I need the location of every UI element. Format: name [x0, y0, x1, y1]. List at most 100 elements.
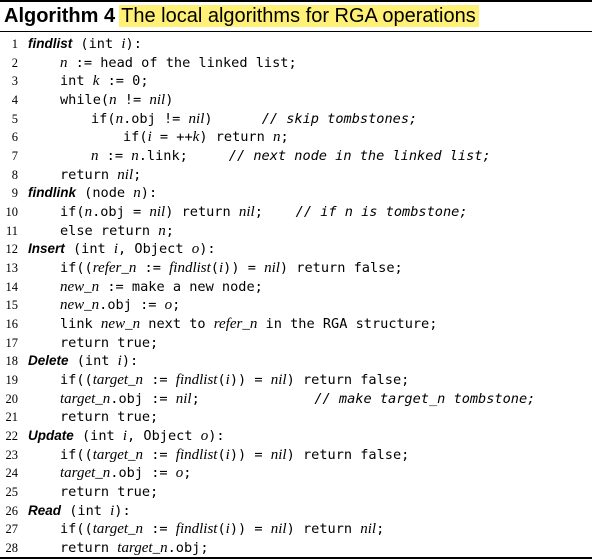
- code-variable: nil: [264, 259, 280, 276]
- code-token: (: [217, 446, 226, 463]
- line-number: 14: [5, 279, 19, 294]
- algorithm-header: Algorithm 4 The local algorithms for RGA …: [4, 4, 479, 28]
- line-code: if(n.obj = nil) return nil; // if n is t…: [60, 203, 468, 222]
- code-variable: new_n: [100, 315, 141, 332]
- code-variable: nil: [175, 390, 192, 407]
- code-token: ):: [140, 185, 158, 202]
- code-token: ;: [172, 297, 181, 314]
- code-token: .obj :=: [99, 297, 165, 314]
- line-number: 25: [5, 484, 19, 499]
- line-code: if((refer_n := findlist(i)) = nil) retur…: [60, 259, 403, 278]
- code-variable: findlist: [175, 371, 218, 388]
- code-token: if((: [60, 371, 93, 388]
- header-rule: [0, 31, 592, 32]
- line-number: 17: [5, 335, 19, 350]
- code-token: (int: [73, 427, 123, 444]
- code-variable: n: [84, 203, 93, 220]
- code-token: ;: [191, 390, 315, 407]
- code-token: int: [60, 73, 93, 90]
- code-token: .obj;: [167, 539, 209, 556]
- code-comment: // skip tombstones;: [261, 110, 418, 127]
- code-variable: target_n: [92, 371, 144, 388]
- code-token: :=: [143, 371, 176, 388]
- code-token: if((: [60, 446, 93, 463]
- code-token: ;: [280, 129, 289, 146]
- line-number: 19: [5, 372, 19, 387]
- code-token: (int: [61, 502, 111, 519]
- code-token: ;: [376, 521, 385, 538]
- line-number: 20: [5, 391, 19, 406]
- line-number: 18: [5, 354, 19, 369]
- code-variable: findlist: [175, 521, 218, 538]
- line-code: n := head of the linked list;: [60, 54, 297, 73]
- line-code: Read (int i):: [28, 502, 131, 521]
- code-token: return: [60, 166, 118, 183]
- code-token: (: [217, 371, 226, 388]
- code-token: while(: [60, 91, 110, 108]
- line-number: 23: [5, 447, 19, 462]
- code-variable: new_n: [60, 297, 100, 314]
- top-rule: [0, 0, 592, 2]
- code-token: ) return false;: [286, 371, 410, 388]
- code-variable: nil: [270, 446, 287, 463]
- code-variable: new_n: [60, 278, 100, 295]
- code-token: ) return: [286, 521, 361, 538]
- code-token: := head of the linked list;: [67, 54, 297, 71]
- line-code: target_n.obj := o;: [60, 464, 191, 483]
- line-number: 26: [5, 503, 19, 518]
- code-token: )) =: [229, 521, 271, 538]
- code-token: := make a new node;: [99, 278, 263, 295]
- code-token: .obj :=: [110, 465, 176, 482]
- line-code: if((target_n := findlist(i)) = nil) retu…: [60, 520, 384, 539]
- line-number: 7: [11, 148, 18, 163]
- line-number: 2: [11, 55, 18, 70]
- code-token: ): [204, 110, 262, 127]
- procedure-name: Read: [28, 502, 62, 518]
- code-variable: target_n: [92, 446, 144, 463]
- line-code: if((target_n := findlist(i)) = nil) retu…: [60, 446, 409, 465]
- line-number: 8: [11, 167, 18, 182]
- code-token: ) return false;: [286, 446, 410, 463]
- code-token: .obj :=: [110, 390, 176, 407]
- procedure-name: findlist: [28, 36, 73, 51]
- code-token: :=: [136, 259, 170, 276]
- line-code: new_n := make a new node;: [60, 278, 263, 297]
- code-token: (node: [76, 185, 134, 202]
- code-token: )) =: [229, 371, 271, 388]
- code-token: (int: [72, 36, 122, 52]
- code-variable: refer_n: [213, 315, 258, 332]
- line-number: 6: [11, 130, 18, 145]
- procedure-name: Delete: [28, 353, 69, 369]
- code-token: )) =: [223, 259, 265, 276]
- code-token: = ++: [151, 129, 193, 146]
- line-number: 13: [5, 260, 19, 275]
- code-token: :=: [143, 446, 176, 463]
- procedure-name: Insert: [28, 241, 65, 257]
- code-token: return: [60, 539, 118, 556]
- code-token: )) =: [229, 446, 271, 463]
- line-number: 22: [5, 428, 19, 443]
- code-token: (: [217, 521, 226, 538]
- code-token: .obj !=: [123, 110, 189, 127]
- code-token: ;: [133, 166, 142, 183]
- code-variable: target_n: [117, 539, 168, 556]
- code-token: , Object: [127, 427, 201, 444]
- code-variable: n: [91, 147, 99, 164]
- line-code: return true;: [60, 483, 158, 502]
- code-token: if((: [60, 259, 93, 276]
- line-code: Insert (int i, Object o):: [28, 240, 216, 259]
- line-code: return true;: [60, 408, 158, 427]
- line-code: if((target_n := findlist(i)) = nil) retu…: [60, 371, 409, 390]
- code-token: ;: [183, 465, 192, 482]
- code-token: if(: [123, 129, 148, 146]
- code-variable: nil: [188, 110, 205, 127]
- line-code: findlink (node n):: [28, 184, 157, 203]
- line-number: 9: [11, 186, 18, 201]
- line-number: 1: [11, 37, 18, 51]
- code-comment: // next node in the linked list;: [228, 147, 491, 164]
- code-variable: findlist: [169, 259, 211, 276]
- bottom-rule: [0, 557, 592, 559]
- code-variable: nil: [360, 521, 377, 538]
- code-token: (int: [68, 353, 118, 370]
- line-number: 11: [5, 223, 18, 238]
